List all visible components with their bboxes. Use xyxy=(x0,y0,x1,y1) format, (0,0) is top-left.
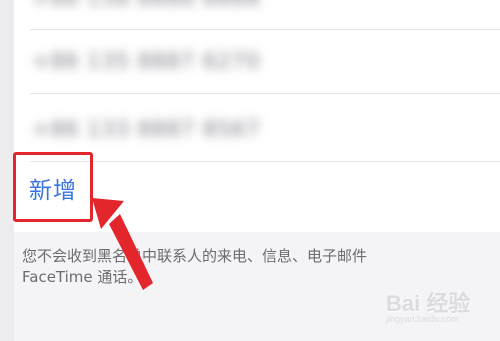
blocked-contacts-screen: +86 138 8888 8888 +86 135 8887 6270 +86 … xyxy=(0,0,500,341)
blocked-contact-number: +86 133 8887 8567 xyxy=(32,117,261,141)
row-divider xyxy=(30,161,500,162)
left-margin-strip xyxy=(0,0,14,341)
blocked-contact-row[interactable]: +86 135 8887 6270 xyxy=(14,24,500,94)
red-highlight-box xyxy=(13,152,93,222)
footer-note-line-1: 您不会收到黑名单中联系人的来电、信息、电子邮件 xyxy=(22,247,368,265)
blocked-contact-number: +86 138 8888 8888 xyxy=(32,0,260,10)
footer-note-line-2: FaceTime 通话。 xyxy=(22,268,143,286)
baidu-jingyan-watermark: Bai 经验 jingyan.baidu.com xyxy=(386,286,491,332)
blocked-contacts-footer-note: 您不会收到黑名单中联系人的来电、信息、电子邮件 FaceTime 通话。 xyxy=(22,246,492,288)
watermark-url: jingyan.baidu.com xyxy=(386,314,459,324)
blocked-contact-number: +86 135 8887 6270 xyxy=(32,49,261,73)
